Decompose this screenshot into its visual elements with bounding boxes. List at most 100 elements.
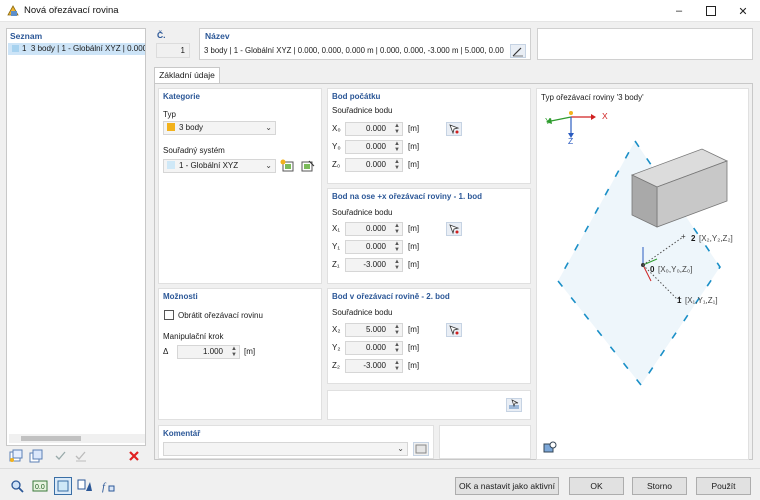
edit-cs-icon[interactable] bbox=[300, 159, 316, 173]
delete-icon[interactable] bbox=[126, 448, 142, 464]
copy-item-icon[interactable] bbox=[28, 448, 44, 464]
list-header: Seznam bbox=[10, 31, 43, 41]
formula-icon[interactable]: f bbox=[99, 477, 117, 495]
category-section: Kategorie Typ 3 body ⌄ Souřadný systém 1… bbox=[158, 88, 322, 284]
new-item-icon[interactable] bbox=[8, 448, 24, 464]
color-icon[interactable] bbox=[54, 477, 72, 495]
comment-library-icon[interactable] bbox=[413, 442, 429, 456]
y2-input[interactable]: 0.000 ▲ ▼ bbox=[345, 341, 403, 355]
units-icon[interactable]: 0.0 bbox=[31, 477, 49, 495]
comment-section: Komentář ⌄ bbox=[158, 425, 434, 459]
step-label: Manipulační krok bbox=[163, 332, 224, 341]
name-field[interactable]: 3 body | 1 - Globální XYZ | 0.000, 0.000… bbox=[204, 44, 504, 58]
tab-basic-data[interactable]: Základní údaje bbox=[154, 67, 220, 83]
svg-text:+: + bbox=[681, 232, 686, 241]
type-value: 3 body bbox=[179, 123, 204, 132]
spinner-icon[interactable]: ▲ ▼ bbox=[394, 141, 400, 153]
pick-plane-point-icon[interactable] bbox=[446, 323, 462, 337]
z0-label: Z₀ bbox=[332, 160, 341, 169]
z1-unit: [m] bbox=[408, 260, 420, 269]
minimize-button[interactable]: – bbox=[664, 0, 694, 22]
number-field[interactable]: 1 bbox=[156, 43, 190, 58]
x1-value: 0.000 bbox=[365, 224, 386, 233]
axis-z-label: Z bbox=[568, 136, 574, 146]
list-horizontal-scrollbar[interactable] bbox=[9, 434, 145, 443]
options-title: Možnosti bbox=[163, 292, 198, 301]
spinner-icon[interactable]: ▲ ▼ bbox=[394, 259, 400, 271]
type-label: Typ bbox=[163, 110, 176, 119]
chevron-down-icon: ⌄ bbox=[397, 444, 404, 453]
maximize-button[interactable] bbox=[696, 0, 726, 22]
z0-unit: [m] bbox=[408, 160, 420, 169]
spinner-icon[interactable]: ▲ ▼ bbox=[394, 324, 400, 336]
comment-title: Komentář bbox=[163, 429, 201, 438]
xaxis-point-section: Bod na ose +x ořezávací roviny - 1. bod … bbox=[327, 188, 531, 284]
name-group: Název 3 body | 1 - Globální XYZ | 0.000,… bbox=[199, 28, 531, 60]
list-item[interactable]: 1 3 body | 1 - Globální XYZ | 0.000, bbox=[8, 43, 145, 55]
plane-point-title: Bod v ořezávací rovině - 2. bod bbox=[332, 292, 450, 301]
graphic-pick-icon[interactable] bbox=[506, 398, 522, 412]
x0-value: 0.000 bbox=[365, 124, 386, 133]
y2-label: Y₂ bbox=[332, 343, 341, 352]
x1-input[interactable]: 0.000 ▲ ▼ bbox=[345, 222, 403, 236]
comment-input[interactable]: ⌄ bbox=[163, 442, 408, 456]
spinner-icon[interactable]: ▲ ▼ bbox=[394, 123, 400, 135]
axis-x-label: X bbox=[602, 111, 608, 121]
pick-origin-icon[interactable] bbox=[446, 122, 462, 136]
pick-xaxis-point-icon[interactable] bbox=[446, 222, 462, 236]
title-bar: Nová ořezávací rovina – ✕ bbox=[0, 0, 760, 22]
step-input[interactable]: 1.000 ▲ ▼ bbox=[177, 345, 240, 359]
spinner-icon[interactable]: ▲ ▼ bbox=[394, 342, 400, 354]
y1-input[interactable]: 0.000 ▲ ▼ bbox=[345, 240, 403, 254]
preview-panel: Typ ořezávací roviny '3 body' + + X Y Z … bbox=[536, 88, 749, 460]
y0-unit: [m] bbox=[408, 142, 420, 151]
y0-input[interactable]: 0.000 ▲ ▼ bbox=[345, 140, 403, 154]
origin-title: Bod počátku bbox=[332, 92, 381, 101]
comment-extra-box bbox=[439, 425, 531, 459]
tools-section bbox=[327, 390, 531, 420]
xaxis-coords-label: Souřadnice bodu bbox=[332, 208, 393, 217]
xaxis-point-title: Bod na ose +x ořezávací roviny - 1. bod bbox=[332, 192, 483, 201]
point2-number: 2 bbox=[691, 234, 696, 243]
list-item-text: 3 body | 1 - Globální XYZ | 0.000, bbox=[30, 44, 145, 53]
type-select[interactable]: 3 body ⌄ bbox=[163, 121, 276, 135]
z2-input[interactable]: -3.000 ▲ ▼ bbox=[345, 359, 403, 373]
cancel-button[interactable]: Storno bbox=[632, 477, 687, 495]
spinner-icon[interactable]: ▲ ▼ bbox=[394, 241, 400, 253]
z1-input[interactable]: -3.000 ▲ ▼ bbox=[345, 258, 403, 272]
y0-value: 0.000 bbox=[365, 142, 386, 151]
reverse-plane-checkbox[interactable] bbox=[164, 310, 174, 320]
spinner-icon[interactable]: ▲ ▼ bbox=[394, 159, 400, 171]
x2-input[interactable]: 5.000 ▲ ▼ bbox=[345, 323, 403, 337]
edit-name-icon[interactable] bbox=[510, 44, 526, 58]
new-cs-icon[interactable] bbox=[280, 159, 296, 173]
point0-number: 0 bbox=[650, 265, 655, 274]
display-icon[interactable] bbox=[76, 477, 94, 495]
spinner-icon[interactable]: ▲ ▼ bbox=[231, 346, 237, 358]
close-window-button[interactable]: ✕ bbox=[728, 0, 758, 22]
x0-input[interactable]: 0.000 ▲ ▼ bbox=[345, 122, 403, 136]
step-unit: [m] bbox=[244, 347, 256, 356]
z2-value: -3.000 bbox=[363, 361, 386, 370]
search-icon[interactable] bbox=[8, 477, 26, 495]
spinner-icon[interactable]: ▲ ▼ bbox=[394, 223, 400, 235]
ok-button[interactable]: OK bbox=[569, 477, 624, 495]
spinner-icon[interactable]: ▲ ▼ bbox=[394, 360, 400, 372]
x2-value: 5.000 bbox=[365, 325, 386, 334]
svg-text:0.0: 0.0 bbox=[35, 484, 45, 491]
preview-settings-icon[interactable] bbox=[542, 440, 558, 454]
uncheck-items-icon[interactable] bbox=[73, 448, 89, 464]
z1-label: Z₁ bbox=[332, 260, 340, 269]
extra-info-box bbox=[537, 28, 753, 60]
y0-label: Y₀ bbox=[332, 142, 341, 151]
z0-value: 0.000 bbox=[365, 160, 386, 169]
cs-label: Souřadný systém bbox=[163, 146, 225, 155]
check-items-icon[interactable] bbox=[53, 448, 69, 464]
cs-select[interactable]: 1 - Globální XYZ ⌄ bbox=[163, 159, 276, 173]
apply-button[interactable]: Použít bbox=[696, 477, 751, 495]
z0-input[interactable]: 0.000 ▲ ▼ bbox=[345, 158, 403, 172]
x0-unit: [m] bbox=[408, 124, 420, 133]
color-swatch-icon bbox=[12, 45, 19, 52]
x1-unit: [m] bbox=[408, 224, 420, 233]
ok-set-active-button[interactable]: OK a nastavit jako aktivní bbox=[455, 477, 559, 495]
